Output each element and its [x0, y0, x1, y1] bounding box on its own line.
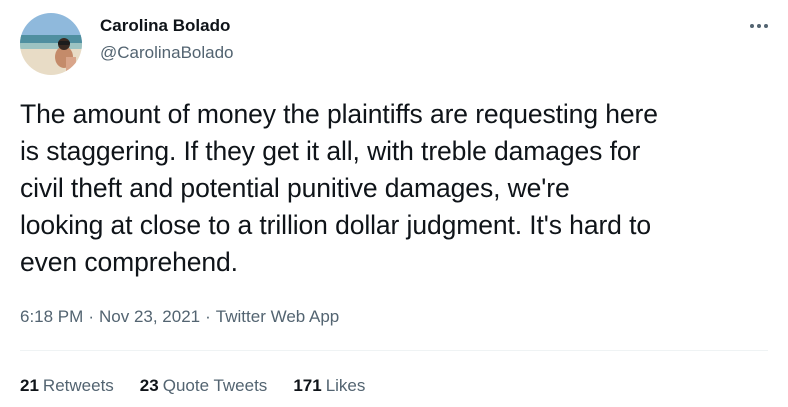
tweet-text: The amount of money the plaintiffs are r…	[20, 96, 770, 281]
avatar[interactable]	[20, 13, 82, 75]
tweet-text-line: civil theft and potential punitive damag…	[20, 173, 570, 203]
tweet-meta: 6:18 PM · Nov 23, 2021 · Twitter Web App	[20, 306, 339, 328]
likes-label: Likes	[325, 376, 366, 395]
tweet-time: 6:18 PM	[20, 307, 84, 326]
quote-tweets-count: 23	[139, 376, 159, 395]
display-name[interactable]: Carolina Bolado	[100, 15, 234, 37]
more-horizontal-icon	[750, 24, 768, 28]
quote-tweets-stat[interactable]: 23 Quote Tweets	[140, 375, 268, 397]
tweet-date: Nov 23, 2021	[98, 307, 201, 326]
tweet-text-line: The amount of money the plaintiffs are r…	[20, 99, 658, 129]
retweets-stat[interactable]: 21 Retweets	[20, 375, 114, 397]
tweet-card: Carolina Bolado @CarolinaBolado The amou…	[0, 0, 788, 407]
tweet-source-link[interactable]: Twitter Web App	[216, 307, 339, 326]
tweet-timestamp-link[interactable]: 6:18 PM · Nov 23, 2021	[20, 307, 200, 326]
likes-count: 171	[293, 376, 322, 395]
quote-tweets-label: Quote Tweets	[162, 376, 268, 395]
user-handle[interactable]: @CarolinaBolado	[100, 42, 234, 64]
tweet-text-line: looking at close to a trillion dollar ju…	[20, 210, 651, 240]
avatar-image	[20, 13, 82, 75]
retweets-count: 21	[20, 376, 39, 395]
user-info: Carolina Bolado @CarolinaBolado	[100, 15, 234, 64]
meta-separator: ·	[205, 307, 211, 326]
retweets-label: Retweets	[42, 376, 114, 395]
tweet-text-line: even comprehend.	[20, 247, 238, 277]
tweet-stats: 21 Retweets 23 Quote Tweets 171 Likes	[20, 375, 391, 397]
likes-stat[interactable]: 171 Likes	[293, 375, 365, 397]
more-options-button[interactable]	[742, 14, 776, 38]
meta-separator: ·	[88, 307, 94, 326]
tweet-text-line: is staggering. If they get it all, with …	[20, 136, 641, 166]
divider	[20, 350, 768, 351]
